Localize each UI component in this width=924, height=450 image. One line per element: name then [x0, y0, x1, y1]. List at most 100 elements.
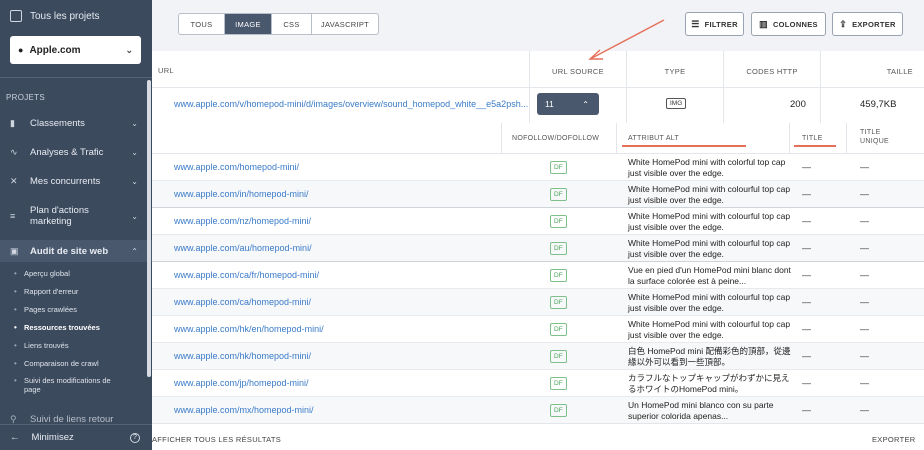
sidebar-subitem-overview[interactable]: • Aperçu global [14, 269, 70, 278]
sidebar-item-label: Audit de site web [30, 245, 109, 257]
dofollow-badge: DF [550, 215, 567, 228]
chevron-down-icon: ⌄ [131, 211, 138, 221]
table-row: www.apple.com/mx/homepod-mini/DF Un HomeP… [152, 397, 924, 424]
column-divider [820, 51, 821, 123]
source-urls-table: NOFOLLOW/DOFOLLOW ATTRIBUT ALT TITLE TIT… [152, 123, 924, 424]
sidebar-subitem-crawl-comparison[interactable]: • Comparaison de crawl [14, 359, 99, 368]
source-url-link[interactable]: www.apple.com/hk/en/homepod-mini/ [174, 324, 324, 334]
bullet-icon: • [14, 323, 17, 332]
help-icon[interactable]: ? [130, 432, 140, 443]
sidebar-subitem-label: Comparaison de crawl [24, 359, 99, 368]
resource-type-filter: TOUS IMAGE CSS JAVASCRIPT [178, 13, 379, 35]
source-url-link[interactable]: www.apple.com/homepod-mini/ [174, 162, 299, 172]
resources-table: URL URL SOURCE TYPE CODES HTTP TAILLE ww… [152, 51, 924, 123]
alt-attribute-text: White HomePod mini with colorful top cap… [628, 157, 786, 178]
filter-button[interactable]: ☰ FILTRER [685, 12, 744, 36]
sidebar-item-analytics[interactable]: ∿ Analyses & Trafic ⌄ [0, 145, 152, 159]
source-url-link[interactable]: www.apple.com/in/homepod-mini/ [174, 189, 309, 199]
title-value: — [802, 324, 811, 334]
sidebar-item-backlinks[interactable]: ⚲ Suivi de liens retour [0, 414, 152, 424]
column-divider [626, 51, 627, 123]
source-url-link[interactable]: www.apple.com/ca/homepod-mini/ [174, 297, 311, 307]
sidebar-subitem-error-report[interactable]: • Rapport d'erreur [14, 287, 78, 296]
source-url-link[interactable]: www.apple.com/ca/fr/homepod-mini/ [174, 270, 319, 280]
title-value: — [802, 378, 811, 388]
title-value: — [802, 189, 811, 199]
sidebar-item-label: Classements [30, 117, 85, 129]
title-value: — [802, 270, 811, 280]
source-url-link[interactable]: www.apple.com/hk/homepod-mini/ [174, 351, 311, 361]
title-value: — [802, 297, 811, 307]
columns-button[interactable]: ▥ COLONNES [751, 12, 826, 36]
footer-export-link[interactable]: EXPORTER [872, 435, 916, 444]
table-footer: AFFICHER TOUS LES RÉSULTATS EXPORTER [152, 423, 924, 450]
tab-image[interactable]: IMAGE [225, 14, 272, 34]
alt-attribute-text: White HomePod mini with colourful top ca… [628, 211, 791, 232]
alt-attribute-text: Vue en pied d'un HomePod mini blanc dont… [628, 265, 791, 286]
col-unique-header[interactable]: TITLE UNIQUE [860, 128, 900, 146]
tab-css[interactable]: CSS [272, 14, 312, 34]
col-nofollow-header[interactable]: NOFOLLOW/DOFOLLOW [512, 134, 599, 143]
arrow-left-icon: ← [10, 432, 20, 443]
bar-chart-icon: ▮ [10, 117, 15, 128]
sidebar-subitem-page-changes[interactable]: • Suivi des modifications de page [14, 376, 126, 394]
col-title-header[interactable]: TITLE [802, 134, 823, 143]
chevron-down-icon: ⌄ [131, 118, 138, 128]
table-row: www.apple.com/jp/homepod-mini/DF カラフルなトップ… [152, 370, 924, 397]
col-alt-header[interactable]: ATTRIBUT ALT [628, 134, 679, 143]
file-size: 459,7KB [860, 99, 897, 110]
table-row: www.apple.com/hk/homepod-mini/DF 白色 HomeP… [152, 343, 924, 370]
table-row: www.apple.com/au/homepod-mini/DF White Ho… [152, 235, 924, 262]
show-all-results-link[interactable]: AFFICHER TOUS LES RÉSULTATS [152, 435, 281, 444]
dofollow-badge: DF [550, 161, 567, 174]
dofollow-badge: DF [550, 242, 567, 255]
sidebar-subitem-crawled-pages[interactable]: • Pages crawlées [14, 305, 77, 314]
source-url-link[interactable]: www.apple.com/au/homepod-mini/ [174, 243, 312, 253]
resource-url-link[interactable]: www.apple.com/v/homepod-mini/d/images/ov… [174, 99, 528, 109]
source-url-link[interactable]: www.apple.com/jp/homepod-mini/ [174, 378, 309, 388]
site-selector[interactable]: ● Apple.com ⌄ [10, 36, 141, 64]
source-count: 11 [545, 99, 554, 109]
sidebar-divider [0, 77, 152, 78]
tab-all[interactable]: TOUS [179, 14, 225, 34]
sidebar-item-label: Plan d'actions marketing [30, 205, 89, 227]
bullet-icon: • [14, 359, 17, 368]
dofollow-badge: DF [550, 269, 567, 282]
export-button[interactable]: ⇪ EXPORTER [832, 12, 903, 36]
sidebar: Tous les projets ● Apple.com ⌄ PROJETS ▮… [0, 0, 152, 450]
all-projects-link[interactable]: Tous les projets [10, 10, 99, 22]
col-type-header[interactable]: TYPE [627, 67, 723, 76]
source-count-button[interactable]: 11 ⌃ [537, 93, 599, 115]
sidebar-item-marketing-plan[interactable]: ≡ Plan d'actions marketing ⌄ [0, 204, 152, 228]
sidebar-item-rankings[interactable]: ▮ Classements ⌄ [0, 116, 152, 130]
title-value: — [802, 162, 811, 172]
sidebar-item-competitors[interactable]: ✕ Mes concurrents ⌄ [0, 174, 152, 188]
dofollow-badge: DF [550, 296, 567, 309]
alt-attribute-text: Un HomePod mini blanco con su parte supe… [628, 400, 774, 421]
source-url-link[interactable]: www.apple.com/mx/homepod-mini/ [174, 405, 314, 415]
audit-icon: ▣ [10, 245, 19, 256]
title-value: — [802, 216, 811, 226]
title-value: — [802, 243, 811, 253]
col-http-header[interactable]: CODES HTTP [724, 67, 820, 76]
resources-table-header: URL URL SOURCE TYPE CODES HTTP TAILLE [152, 51, 924, 88]
col-source-header[interactable]: URL SOURCE [530, 67, 626, 76]
table-row: www.apple.com/hk/en/homepod-mini/DF White… [152, 316, 924, 343]
tab-javascript[interactable]: JAVASCRIPT [312, 14, 378, 34]
sidebar-item-label: Analyses & Trafic [30, 146, 104, 158]
col-url-header[interactable]: URL [158, 66, 174, 75]
apple-icon: ● [18, 45, 24, 55]
table-row: www.apple.com/nz/homepod-mini/DF White Ho… [152, 208, 924, 235]
sidebar-subitem-found-resources[interactable]: • Ressources trouvées [14, 323, 100, 332]
column-divider [723, 51, 724, 123]
bullet-icon: • [14, 305, 17, 314]
bullet-icon: • [14, 376, 17, 385]
dofollow-badge: DF [550, 377, 567, 390]
table-row: www.apple.com/in/homepod-mini/DF White Ho… [152, 181, 924, 208]
minimize-button[interactable]: ← Minimisez ? [0, 424, 152, 450]
sidebar-item-site-audit[interactable]: ▣ Audit de site web ⌃ [0, 240, 152, 262]
sidebar-subitem-found-links[interactable]: • Liens trouvés [14, 341, 69, 350]
source-url-link[interactable]: www.apple.com/nz/homepod-mini/ [174, 216, 311, 226]
sidebar-scrollbar[interactable] [147, 80, 151, 377]
col-size-header[interactable]: TAILLE [821, 67, 921, 76]
